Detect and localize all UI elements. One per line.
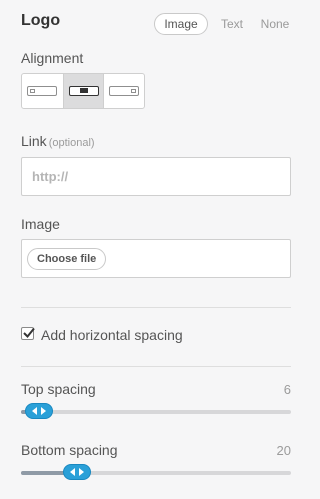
alignment-label: Alignment: [21, 50, 84, 66]
align-left-icon: [27, 86, 57, 96]
top-spacing-slider[interactable]: [21, 403, 291, 419]
tab-image[interactable]: Image: [154, 13, 208, 35]
horizontal-spacing-label: Add horizontal spacing: [41, 327, 183, 343]
align-left-button[interactable]: [22, 74, 63, 108]
tab-none[interactable]: None: [258, 13, 292, 35]
bottom-spacing-label: Bottom spacing: [21, 442, 118, 458]
bottom-spacing-value: 20: [276, 443, 291, 458]
image-file-field: Choose file: [21, 239, 291, 278]
tab-text[interactable]: Text: [216, 13, 248, 35]
align-right-icon: [109, 86, 139, 96]
checkmark-icon: [23, 327, 35, 338]
bottom-spacing-slider[interactable]: [21, 464, 291, 480]
alignment-segmented-control: [21, 73, 145, 109]
top-spacing-label: Top spacing: [21, 381, 96, 397]
optional-hint: (optional): [48, 137, 95, 149]
link-label: Link (optional): [21, 133, 95, 149]
top-spacing-value: 6: [283, 382, 291, 397]
align-center-button[interactable]: [63, 74, 104, 108]
slider-thumb-arrows-icon[interactable]: [63, 464, 91, 480]
slider-fill: [21, 471, 65, 475]
align-center-icon: [69, 86, 99, 96]
image-label: Image: [21, 216, 60, 232]
link-label-text: Link: [21, 133, 47, 149]
link-input[interactable]: [21, 157, 291, 196]
divider: [21, 366, 291, 367]
align-right-button[interactable]: [104, 74, 144, 108]
slider-thumb-arrows-icon[interactable]: [25, 403, 53, 419]
divider: [21, 307, 291, 308]
section-title: Logo: [21, 12, 61, 29]
choose-file-button[interactable]: Choose file: [27, 248, 107, 270]
horizontal-spacing-checkbox[interactable]: [21, 327, 35, 340]
